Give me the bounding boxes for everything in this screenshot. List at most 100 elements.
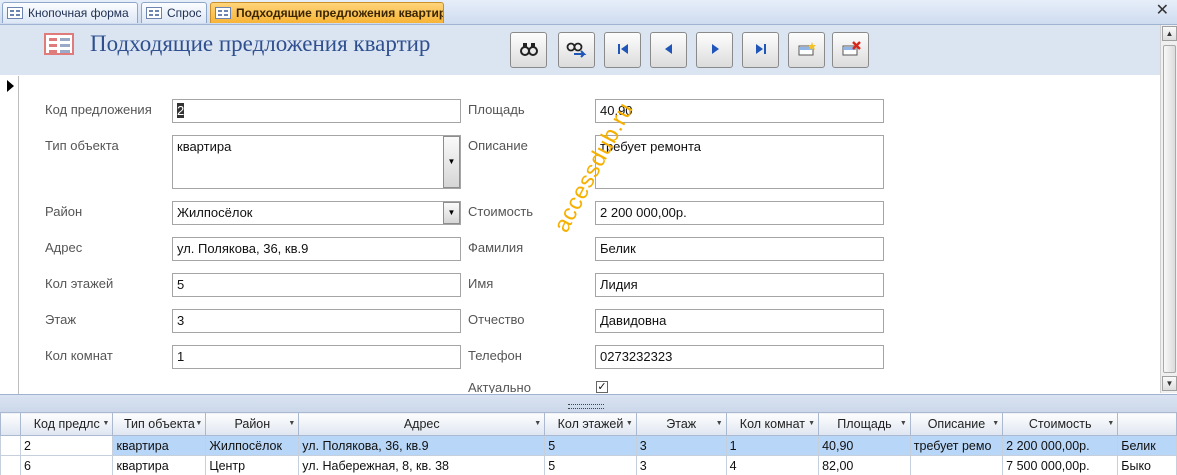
label-kol-etazhey: Кол этажей (45, 276, 114, 291)
table-cell[interactable]: 2 (19, 435, 114, 456)
table-cell[interactable]: ул. Набережная, 8, кв. 38 (298, 455, 546, 475)
table-cell[interactable]: 5 (544, 435, 637, 456)
chevron-down-icon[interactable]: ▼ (288, 420, 295, 427)
new-record-button[interactable] (788, 32, 825, 68)
table-row[interactable]: 2 квартира Жилпосёлок ул. Полякова, 36, … (0, 435, 1177, 456)
table-cell[interactable]: 1 (725, 435, 820, 456)
datasheet: Код предлс ▼ Тип объекта ▼ Район ▼ Адрес ▼ К… (0, 412, 1177, 475)
checkbox-aktualno[interactable]: ✓ (596, 381, 608, 393)
column-header[interactable]: Адрес ▼ (298, 412, 546, 436)
datasheet-header-row: Код предлс ▼ Тип объекта ▼ Район ▼ Адрес ▼ К… (0, 412, 1177, 436)
chevron-down-icon[interactable]: ▼ (534, 420, 541, 427)
table-cell[interactable]: требует ремо (909, 435, 1004, 456)
table-cell[interactable]: Жилпосёлок (205, 435, 300, 456)
table-cell[interactable]: Центр (205, 455, 300, 475)
table-cell[interactable]: 40,90 (818, 435, 911, 456)
field-kol-etazhey[interactable]: 5 (172, 273, 461, 297)
column-header[interactable] (1117, 412, 1177, 436)
tab-spros[interactable]: Спрос (141, 2, 207, 23)
chevron-down-icon[interactable]: ▼ (716, 420, 723, 427)
column-header[interactable]: Тип объекта ▼ (112, 412, 207, 436)
column-header[interactable]: Стоимость ▼ (1002, 412, 1119, 436)
label-stoimost: Стоимость (468, 204, 534, 219)
field-telefon[interactable]: 0273232323 (595, 345, 884, 369)
field-otchestvo[interactable]: Давидовна (595, 309, 884, 333)
select-all-corner[interactable] (0, 412, 21, 436)
table-cell[interactable]: 3 (635, 455, 727, 475)
field-familiya[interactable]: Белик (595, 237, 884, 261)
column-header[interactable]: Кол этажей ▼ (544, 412, 637, 436)
field-stoimost[interactable]: 2 200 000,00р. (595, 201, 884, 225)
column-header[interactable]: Район ▼ (205, 412, 300, 436)
field-adres[interactable]: ул. Полякова, 36, кв.9 (172, 237, 461, 261)
find-button[interactable] (510, 32, 547, 68)
chevron-down-icon[interactable]: ▼ (195, 420, 202, 427)
table-cell[interactable]: 3 (635, 435, 727, 456)
chevron-down-icon[interactable]: ▼ (992, 420, 999, 427)
delete-record-button[interactable] (832, 32, 869, 68)
chevron-down-icon[interactable]: ▼ (808, 420, 815, 427)
column-header[interactable]: Код предлс ▼ (19, 412, 114, 436)
table-cell[interactable]: квартира (112, 435, 207, 456)
chevron-down-icon[interactable]: ▼ (443, 202, 460, 224)
column-header[interactable]: Описание ▼ (909, 412, 1004, 436)
first-record-icon (616, 42, 630, 59)
find-replace-button[interactable] (558, 32, 595, 68)
table-cell[interactable]: 4 (725, 455, 820, 475)
previous-record-button[interactable] (650, 32, 687, 68)
first-record-button[interactable] (604, 32, 641, 68)
split-form-splitter[interactable] (0, 394, 1177, 413)
scrollbar-thumb[interactable] (1163, 45, 1176, 373)
chevron-down-icon[interactable]: ▼ (103, 420, 110, 427)
table-cell[interactable] (909, 455, 1004, 475)
column-header[interactable]: Кол комнат ▼ (725, 412, 820, 436)
form-vertical-scrollbar[interactable]: ▲ ▼ (1160, 25, 1177, 393)
column-header[interactable]: Этаж ▼ (635, 412, 727, 436)
splitter-grip-icon[interactable] (568, 404, 604, 409)
tab-knopochnaya-forma[interactable]: Кнопочная форма (2, 2, 138, 23)
field-tip-obekta[interactable]: квартира (172, 135, 461, 189)
record-selector[interactable] (0, 76, 19, 396)
tab-label: Подходящие предложения квартир (236, 6, 444, 20)
field-value: Белик (600, 241, 636, 256)
close-icon[interactable]: ✕ (1156, 3, 1169, 19)
scroll-up-icon[interactable]: ▲ (1162, 26, 1177, 41)
field-etazh[interactable]: 3 (172, 309, 461, 333)
table-cell[interactable]: Быко (1117, 455, 1177, 475)
field-imya[interactable]: Лидия (595, 273, 884, 297)
table-cell[interactable]: Белик (1117, 435, 1177, 456)
tab-podkhodyashchie-predlozheniya[interactable]: Подходящие предложения квартир (210, 2, 444, 23)
chevron-down-icon[interactable]: ▼ (443, 136, 460, 188)
table-cell[interactable]: 6 (19, 455, 114, 475)
form-icon (146, 7, 162, 19)
table-cell[interactable]: 7 500 000,00р. (1002, 455, 1119, 475)
table-cell[interactable]: 5 (544, 455, 637, 475)
row-selector[interactable] (0, 435, 21, 456)
table-cell[interactable]: 82,00 (818, 455, 911, 475)
field-opisanie[interactable]: требует ремонта (595, 135, 884, 189)
label-tip-obekta: Тип объекта (45, 138, 119, 153)
delete-record-icon (841, 40, 861, 60)
label-imya: Имя (468, 276, 494, 291)
table-cell[interactable]: ул. Полякова, 36, кв.9 (298, 435, 546, 456)
document-tab-strip: Кнопочная форма Спрос Подходящие предлож… (0, 0, 1177, 25)
chevron-down-icon[interactable]: ▼ (626, 420, 633, 427)
field-kol-komnat[interactable]: 1 (172, 345, 461, 369)
label-familiya: Фамилия (468, 240, 524, 255)
table-cell[interactable]: квартира (112, 455, 207, 475)
row-selector[interactable] (0, 455, 21, 475)
label-otchestvo: Отчество (468, 312, 525, 327)
label-kod-predlozheniya: Код предложения (45, 102, 152, 117)
label-opisanie: Описание (468, 138, 528, 153)
chevron-down-icon[interactable]: ▼ (900, 420, 907, 427)
table-row[interactable]: 6 квартира Центр ул. Набережная, 8, кв. … (0, 455, 1177, 475)
field-rayon[interactable]: Жилпосёлок (172, 201, 461, 225)
last-record-button[interactable] (742, 32, 779, 68)
field-value: 3 (177, 313, 185, 328)
table-cell[interactable]: 2 200 000,00р. (1002, 435, 1119, 456)
field-kod-predlozheniya[interactable]: 2 (172, 99, 461, 123)
column-header[interactable]: Площадь ▼ (818, 412, 911, 436)
chevron-down-icon[interactable]: ▼ (1107, 420, 1114, 427)
scroll-down-icon[interactable]: ▼ (1162, 376, 1177, 391)
next-record-button[interactable] (696, 32, 733, 68)
